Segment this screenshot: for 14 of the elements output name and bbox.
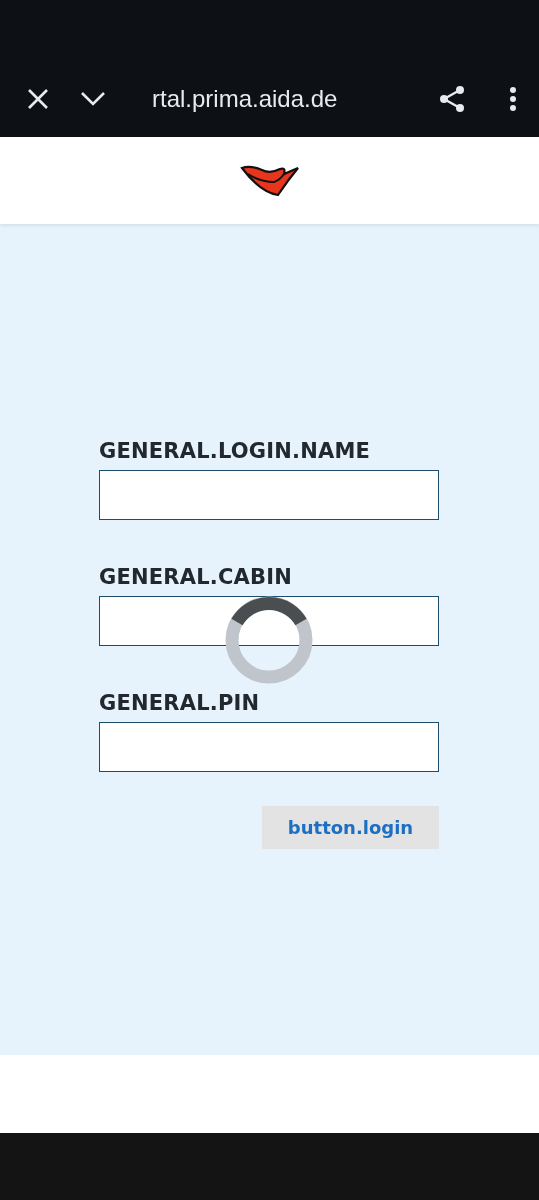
field-label: GENERAL.LOGIN.NAME — [99, 438, 371, 464]
chevron-down-icon[interactable] — [80, 90, 106, 107]
field-label: GENERAL.CABIN — [99, 564, 292, 590]
login-button[interactable]: button.login — [262, 806, 439, 849]
share-icon[interactable] — [439, 84, 465, 113]
lips-logo — [239, 163, 300, 198]
more-icon[interactable] — [509, 86, 517, 111]
input-field[interactable] — [99, 722, 439, 772]
input-field[interactable] — [99, 596, 439, 646]
field-label: GENERAL.PIN — [99, 690, 260, 716]
input-field[interactable] — [99, 470, 439, 520]
url-text[interactable]: rtal.prima.aida.de — [152, 80, 338, 117]
close-icon[interactable] — [26, 86, 50, 111]
loading-spinner-icon — [225, 596, 313, 684]
